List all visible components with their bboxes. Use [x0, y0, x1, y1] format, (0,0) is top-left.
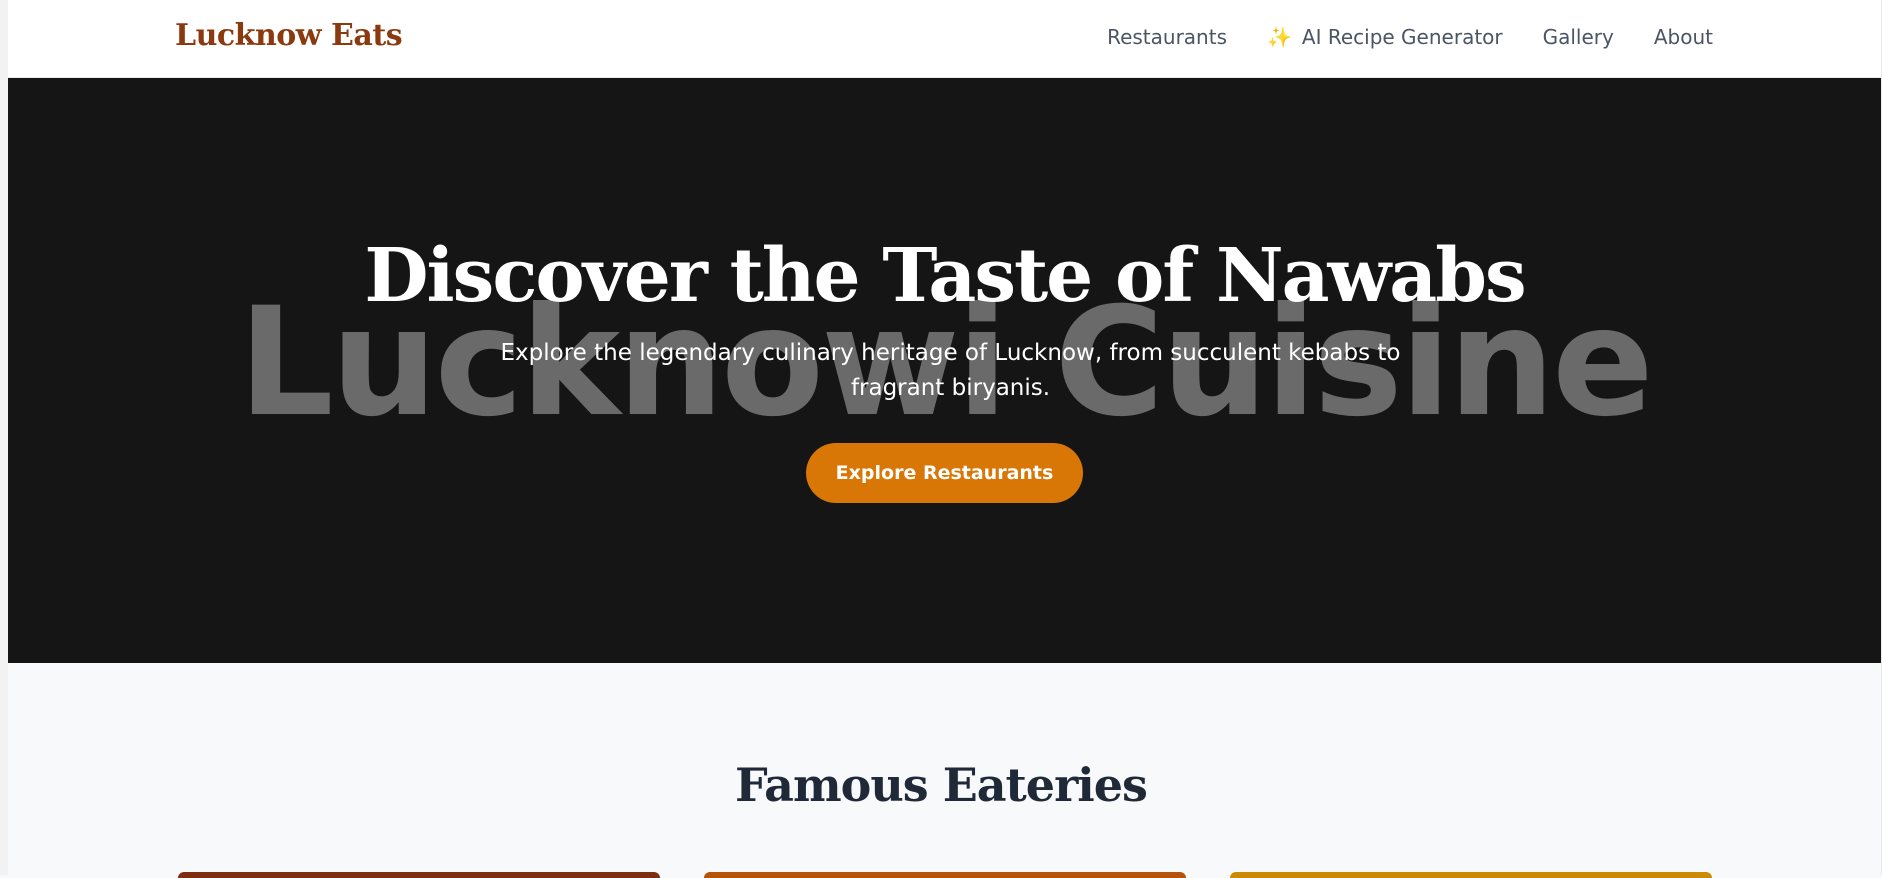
sparkles-icon: ✨ [1267, 25, 1292, 49]
section-title: Famous Eateries [735, 758, 1148, 812]
eatery-card[interactable] [1230, 872, 1712, 878]
nav-link-gallery[interactable]: Gallery [1543, 25, 1614, 49]
hero-title: Discover the Taste of Nawabs [364, 233, 1526, 319]
top-navbar: Lucknow Eats Restaurants ✨ AI Recipe Gen… [8, 0, 1881, 78]
nav-link-label: Restaurants [1107, 25, 1227, 49]
nav-link-restaurants[interactable]: Restaurants [1107, 25, 1227, 49]
nav-link-ai-recipe-generator[interactable]: ✨ AI Recipe Generator [1267, 25, 1503, 49]
nav-link-label: About [1653, 25, 1713, 49]
left-edge [0, 0, 8, 875]
nav-link-about[interactable]: About [1654, 25, 1713, 49]
brand-logo[interactable]: Lucknow Eats [175, 18, 403, 53]
nav-link-label: Gallery [1542, 25, 1614, 49]
hero-subtitle: Explore the legendary culinary heritage … [500, 340, 1401, 401]
hero-banner: Lucknowi Cuisine Discover the Taste of N… [8, 78, 1881, 663]
eatery-card[interactable] [704, 872, 1186, 878]
explore-restaurants-button[interactable]: Explore Restaurants [806, 443, 1083, 503]
eatery-card[interactable] [178, 872, 660, 878]
nav-menu: Restaurants ✨ AI Recipe Generator Galler… [1107, 25, 1713, 49]
nav-link-label: AI Recipe Generator [1301, 25, 1503, 49]
